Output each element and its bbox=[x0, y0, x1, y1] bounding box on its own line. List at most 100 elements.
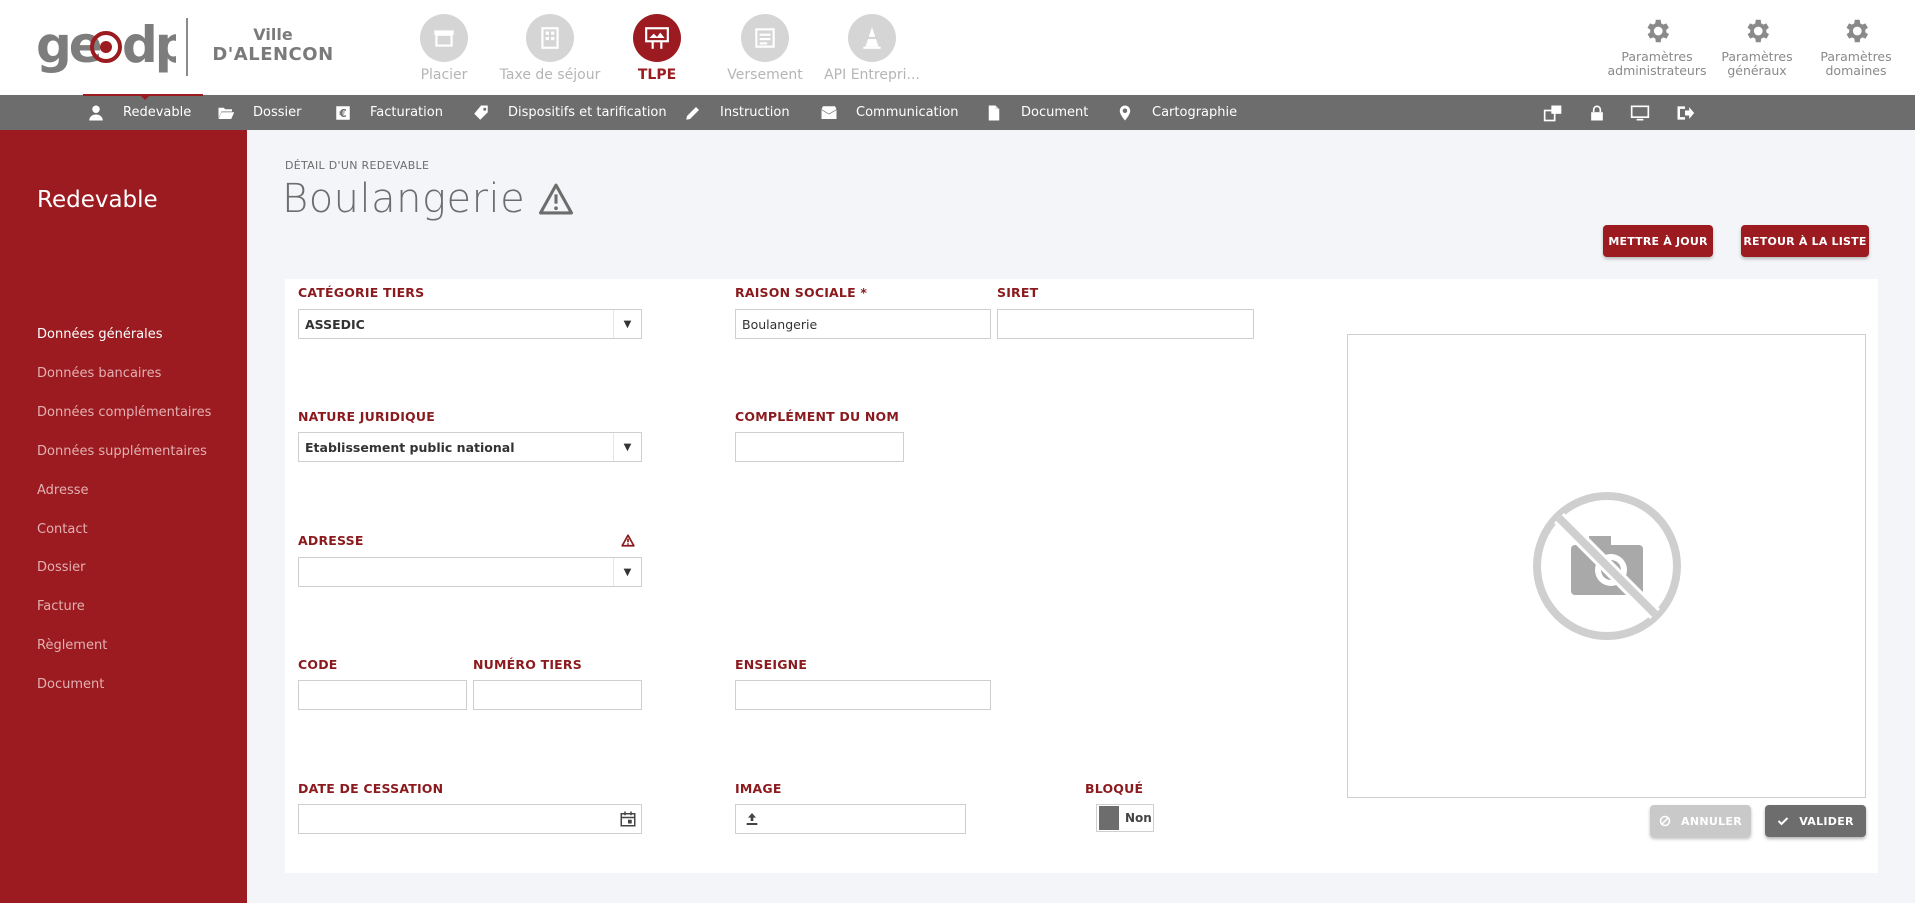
user-icon bbox=[89, 105, 103, 120]
nav-label: Communication bbox=[856, 105, 959, 120]
upload-icon bbox=[746, 813, 758, 825]
back-to-list-button[interactable]: RETOUR À LA LISTE bbox=[1741, 225, 1869, 257]
bloque-toggle[interactable]: Non bbox=[1096, 804, 1154, 832]
nav-dossier[interactable]: Dossier bbox=[217, 95, 301, 130]
validate-button[interactable]: VALIDER bbox=[1765, 805, 1866, 837]
raison-sociale-value: Boulangerie bbox=[742, 316, 818, 332]
cancel-button[interactable]: ANNULER bbox=[1650, 805, 1751, 837]
nav-dispositifs[interactable]: Dispositifs et tarification bbox=[472, 95, 667, 130]
update-button[interactable]: METTRE À JOUR bbox=[1603, 225, 1713, 257]
complement-nom-input[interactable] bbox=[735, 432, 904, 462]
chevron-down-icon: ▼ bbox=[613, 310, 641, 338]
validate-label: VALIDER bbox=[1799, 814, 1854, 828]
enseigne-label: ENSEIGNE bbox=[735, 657, 808, 672]
svg-text:€: € bbox=[338, 107, 346, 119]
no-camera-icon bbox=[1532, 492, 1681, 640]
detail-label: DÉTAIL D'UN REDEVABLE bbox=[285, 159, 430, 172]
toggle-knob bbox=[1099, 806, 1119, 830]
logo-divider bbox=[186, 18, 188, 76]
city-name: Ville D'ALENCON bbox=[208, 26, 338, 66]
app-taxe-de-sejour[interactable]: Taxe de séjour bbox=[490, 14, 610, 83]
sidebar-item-dossier[interactable]: Dossier bbox=[37, 560, 85, 575]
app-tlpe[interactable]: TLPE bbox=[597, 14, 717, 83]
adresse-label: ADRESSE bbox=[298, 533, 364, 548]
register-icon bbox=[741, 14, 789, 62]
monitor-button[interactable] bbox=[1630, 95, 1650, 130]
image-upload-input[interactable] bbox=[735, 804, 966, 834]
gear-icon bbox=[1846, 19, 1868, 43]
warning-icon bbox=[621, 534, 635, 547]
billboard-icon bbox=[633, 14, 681, 62]
numero-tiers-input[interactable] bbox=[473, 680, 642, 710]
sidebar-title: Redevable bbox=[37, 187, 158, 213]
app-label: TLPE bbox=[637, 67, 677, 83]
sidebar-item-donnees-generales[interactable]: Données générales bbox=[37, 327, 163, 342]
lock-button[interactable] bbox=[1587, 95, 1607, 130]
param-line1: Paramètres bbox=[1820, 49, 1892, 64]
chevron-down-icon: ▼ bbox=[613, 433, 641, 461]
logout-icon bbox=[1677, 105, 1695, 120]
document-icon bbox=[988, 105, 1000, 120]
nav-active-caret bbox=[140, 95, 150, 100]
nav-facturation[interactable]: € Facturation bbox=[334, 95, 443, 130]
app-label: Placier bbox=[420, 67, 468, 83]
app-label: Taxe de séjour bbox=[499, 67, 601, 83]
city-line1: Ville bbox=[253, 25, 293, 44]
sidebar-item-reglement[interactable]: Règlement bbox=[37, 638, 107, 653]
siret-label: SIRET bbox=[997, 285, 1039, 300]
sidebar-item-facture[interactable]: Facture bbox=[37, 599, 85, 614]
sidebar-item-adresse[interactable]: Adresse bbox=[37, 483, 89, 498]
categorie-tiers-select[interactable]: ASSEDIC ▼ bbox=[298, 309, 642, 339]
param-line1: Paramètres bbox=[1721, 49, 1793, 64]
nature-juridique-select[interactable]: Etablissement public national ▼ bbox=[298, 432, 642, 462]
app-api-entreprise[interactable]: API Entrepri... bbox=[812, 14, 932, 83]
date-cessation-label: DATE DE CESSATION bbox=[298, 781, 444, 796]
main-nav: Redevable Dossier € Facturation Disposit… bbox=[0, 95, 1915, 130]
nav-label: Dossier bbox=[253, 105, 302, 120]
raison-sociale-label: RAISON SOCIALE * bbox=[735, 285, 868, 300]
windows-button[interactable] bbox=[1543, 95, 1563, 130]
nav-cartographie[interactable]: Cartographie bbox=[1116, 95, 1237, 130]
calendar-icon[interactable] bbox=[619, 810, 637, 828]
param-line2: généraux bbox=[1727, 63, 1787, 78]
param-generaux[interactable]: Paramètres généraux bbox=[1707, 16, 1807, 78]
bloque-value: Non bbox=[1125, 811, 1152, 825]
logout-button[interactable] bbox=[1675, 95, 1695, 130]
param-domaines[interactable]: Paramètres domaines bbox=[1806, 16, 1906, 78]
nature-juridique-value: Etablissement public national bbox=[305, 439, 515, 455]
param-administrateurs[interactable]: Paramètres administrateurs bbox=[1607, 16, 1707, 78]
page-title-text: Boulangerie bbox=[282, 176, 526, 222]
date-cessation-input[interactable] bbox=[298, 804, 642, 834]
sidebar-item-document[interactable]: Document bbox=[37, 677, 104, 692]
sidebar-item-donnees-complementaires[interactable]: Données complémentaires bbox=[37, 405, 211, 420]
gear-icon bbox=[1747, 19, 1769, 43]
bloque-label: BLOQUÉ bbox=[1085, 781, 1144, 796]
enseigne-input[interactable] bbox=[735, 680, 991, 710]
code-input[interactable] bbox=[298, 680, 467, 710]
nav-instruction[interactable]: Instruction bbox=[684, 95, 790, 130]
svg-text:dp: dp bbox=[122, 16, 176, 74]
nav-redevable[interactable]: Redevable bbox=[87, 95, 191, 130]
raison-sociale-input[interactable]: Boulangerie bbox=[735, 309, 991, 339]
sidebar-item-donnees-supplementaires[interactable]: Données supplémentaires bbox=[37, 444, 207, 459]
param-line2: domaines bbox=[1825, 63, 1887, 78]
geodp-logo[interactable]: ge dp bbox=[36, 16, 176, 78]
chevron-down-icon: ▼ bbox=[613, 558, 641, 586]
adresse-select[interactable]: ▼ bbox=[298, 557, 642, 587]
nav-document[interactable]: Document bbox=[985, 95, 1088, 130]
app-placier[interactable]: Placier bbox=[384, 14, 504, 83]
app-versement[interactable]: Versement bbox=[705, 14, 825, 83]
market-stall-icon bbox=[420, 14, 468, 62]
euro-icon: € bbox=[336, 105, 350, 120]
param-line2: administrateurs bbox=[1607, 63, 1707, 78]
nav-communication[interactable]: Communication bbox=[820, 95, 958, 130]
monitor-icon bbox=[1630, 105, 1650, 120]
tag-icon bbox=[474, 105, 488, 120]
app-label: API Entrepri... bbox=[824, 67, 920, 83]
sidebar-item-contact[interactable]: Contact bbox=[37, 522, 88, 537]
siret-input[interactable] bbox=[997, 309, 1254, 339]
sidebar-item-donnees-bancaires[interactable]: Données bancaires bbox=[37, 366, 161, 381]
param-line1: Paramètres bbox=[1621, 49, 1693, 64]
cancel-label: ANNULER bbox=[1681, 814, 1742, 828]
nav-label: Facturation bbox=[370, 105, 443, 120]
